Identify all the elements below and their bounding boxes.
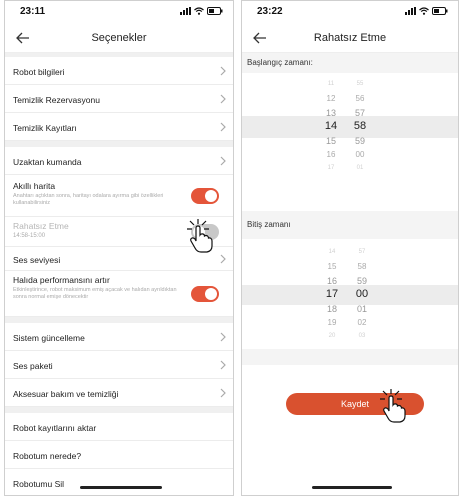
row-label: Robotumu Sil [13, 479, 65, 489]
tap-hand-icon [380, 389, 406, 423]
hour-option[interactable]: 20 [320, 333, 344, 339]
hour-option[interactable]: 16 [320, 276, 344, 286]
smart-map-row: Akıllı harita Anahtarı açtıktan sonra, h… [5, 175, 233, 217]
battery-icon [207, 7, 223, 15]
minute-option[interactable]: 02 [350, 318, 374, 327]
start-time-label: Başlangıç zamanı: [242, 53, 458, 73]
carpet-boost-toggle[interactable] [191, 286, 219, 302]
row-label: Aksesuar bakım ve temizliği [13, 389, 119, 399]
status-time: 23:11 [20, 6, 46, 17]
hour-option[interactable]: 19 [320, 318, 344, 327]
hour-option-selected[interactable]: 17 [320, 288, 344, 300]
hour-option[interactable]: 14 [320, 249, 344, 255]
row-label: Ses paketi [13, 361, 53, 371]
status-time: 23:22 [257, 6, 283, 17]
end-time-label: Bitiş zamanı [242, 211, 458, 239]
nav-bar: Rahatsız Etme [242, 23, 458, 53]
home-indicator [312, 486, 392, 489]
minute-option[interactable]: 55 [348, 81, 372, 87]
hour-option[interactable]: 16 [319, 150, 343, 159]
footer-area [242, 365, 458, 495]
chevron-right-icon [220, 254, 226, 264]
hour-option[interactable]: 13 [319, 108, 343, 118]
row-label: Robot bilgileri [13, 67, 65, 77]
minute-option[interactable]: 01 [348, 165, 372, 171]
row-label: Temizlik Kayıtları [13, 123, 77, 133]
robot-info-row[interactable]: Robot bilgileri [5, 57, 233, 85]
chevron-right-icon [220, 332, 226, 342]
row-label: Uzaktan kumanda [13, 157, 82, 167]
minute-option[interactable]: 57 [348, 108, 372, 118]
toggle-knob [205, 288, 217, 300]
battery-icon [432, 7, 448, 15]
chevron-right-icon [220, 66, 226, 76]
hour-option[interactable]: 15 [320, 262, 344, 271]
system-icons [180, 7, 223, 15]
row-label: Sistem güncelleme [13, 333, 85, 343]
tap-hand-icon [187, 219, 213, 253]
nav-bar: Seçenekler [5, 23, 233, 53]
system-update-row[interactable]: Sistem güncelleme [5, 323, 233, 351]
start-time-picker[interactable]: 11 12 13 14 15 16 17 55 56 57 58 59 00 01 [242, 73, 458, 199]
remote-control-row[interactable]: Uzaktan kumanda [5, 147, 233, 175]
hour-option[interactable]: 17 [319, 165, 343, 171]
minute-option-selected[interactable]: 58 [348, 120, 372, 132]
toggle-knob [205, 190, 217, 202]
carpet-boost-row: Halıda performansını artır Etkinleştirin… [5, 271, 233, 317]
status-bar: 23:11 [5, 1, 233, 23]
home-indicator [80, 486, 162, 489]
signal-icon [405, 7, 416, 15]
row-label: Robot kayıtlarını aktar [13, 423, 97, 433]
row-label: Ses seviyesi [13, 255, 61, 265]
cleaning-reservation-row[interactable]: Temizlik Rezervasyonu [5, 85, 233, 113]
wifi-icon [419, 7, 429, 15]
minute-option[interactable]: 00 [348, 150, 372, 159]
options-screen: 23:11 Seçenekler Robot bilgileri Temizli… [4, 0, 234, 496]
minute-option[interactable]: 59 [350, 276, 374, 286]
row-label: Robotum nerede? [13, 451, 82, 461]
find-robot-row[interactable]: Robotum nerede? [5, 441, 233, 469]
row-label: Temizlik Rezervasyonu [13, 95, 100, 105]
chevron-right-icon [220, 388, 226, 398]
hour-option[interactable]: 15 [319, 136, 343, 146]
chevron-right-icon [220, 360, 226, 370]
hour-option[interactable]: 12 [319, 94, 343, 103]
hour-option[interactable]: 11 [319, 81, 343, 87]
smart-map-toggle[interactable] [191, 188, 219, 204]
hour-option-selected[interactable]: 14 [319, 120, 343, 132]
dnd-screen: 23:22 Rahatsız Etme Başlangıç zamanı: 11… [241, 0, 459, 496]
minute-option[interactable]: 56 [348, 94, 372, 103]
status-bar: 23:22 [242, 1, 458, 23]
minute-option[interactable]: 03 [350, 333, 374, 339]
signal-icon [180, 7, 191, 15]
wifi-icon [194, 7, 204, 15]
voice-pack-row[interactable]: Ses paketi [5, 351, 233, 379]
delete-robot-row[interactable]: Robotumu Sil [5, 469, 233, 495]
minute-option-selected[interactable]: 00 [350, 288, 374, 300]
hour-option[interactable]: 18 [320, 304, 344, 314]
cleaning-records-row[interactable]: Temizlik Kayıtları [5, 113, 233, 141]
minute-option[interactable]: 58 [350, 262, 374, 271]
dnd-time-range: 14:58-15:00 [13, 233, 46, 239]
minute-option[interactable]: 01 [350, 304, 374, 314]
row-description: Etkinleştirince, robot maksimum emiş aça… [13, 287, 177, 300]
end-time-picker[interactable]: 14 15 16 17 18 19 20 57 58 59 00 01 02 03 [242, 239, 458, 349]
chevron-right-icon [220, 94, 226, 104]
page-title: Rahatsız Etme [313, 32, 387, 44]
page-title: Seçenekler [91, 32, 147, 44]
row-description: Anahtarı açtıktan sonra, haritayı odalar… [13, 193, 164, 206]
minute-option[interactable]: 57 [350, 249, 374, 255]
system-icons [405, 7, 448, 15]
chevron-right-icon [220, 122, 226, 132]
row-label: Halıda performansını artır [13, 275, 110, 285]
row-label: Akıllı harita [13, 181, 56, 191]
accessory-care-row[interactable]: Aksesuar bakım ve temizliği [5, 379, 233, 407]
row-label: Rahatsız Etme [13, 221, 69, 231]
minute-option[interactable]: 59 [348, 136, 372, 146]
transfer-robot-row[interactable]: Robot kayıtlarını aktar [5, 413, 233, 441]
chevron-right-icon [220, 156, 226, 166]
